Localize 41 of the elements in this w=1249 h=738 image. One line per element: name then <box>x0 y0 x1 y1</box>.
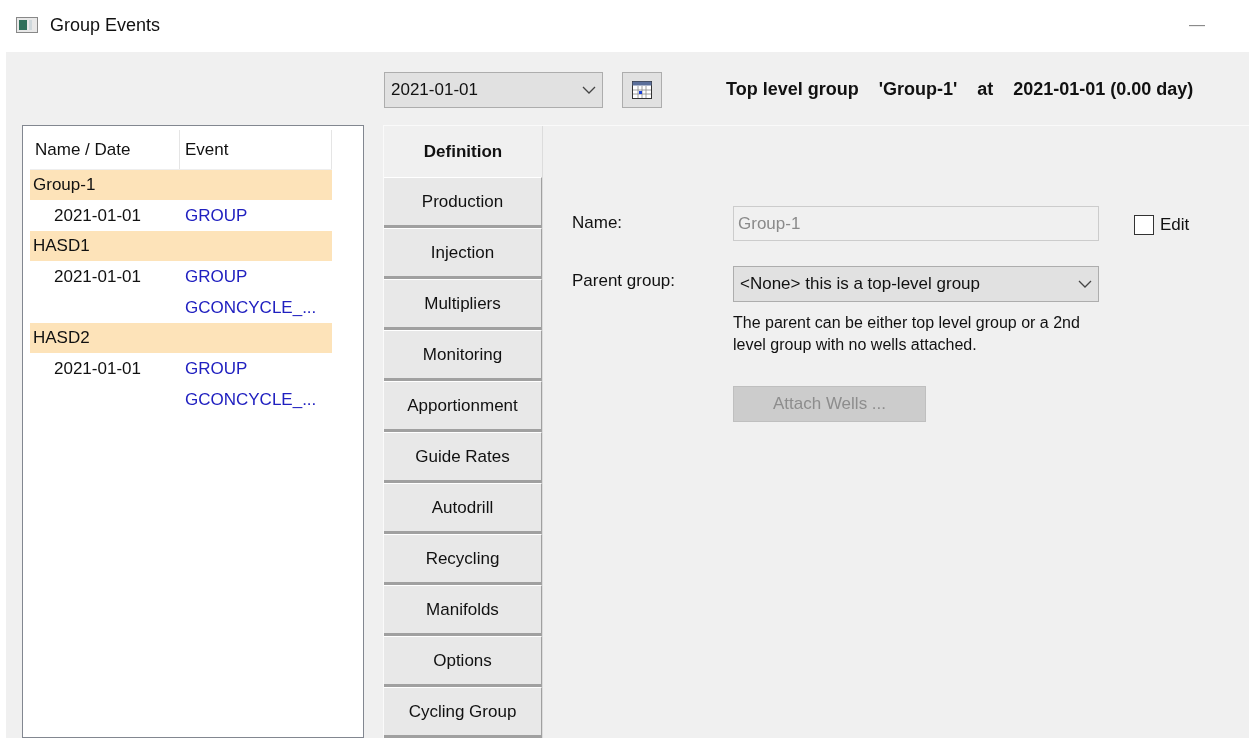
side-tab[interactable]: Multipliers <box>384 279 542 330</box>
side-tab[interactable]: Production <box>384 177 542 228</box>
date-dropdown[interactable]: 2021-01-01 <box>384 71 603 108</box>
field-label: Parent group: <box>572 270 676 292</box>
side-tab[interactable]: Apportionment <box>384 381 542 432</box>
group-row[interactable]: Group-1 <box>30 170 332 200</box>
header-text: 2021-01-01 (0.00 day) <box>1013 78 1194 101</box>
edit-checkbox[interactable]: Edit <box>1134 206 1190 238</box>
event-cell[interactable]: GROUP <box>185 261 317 292</box>
event-cell[interactable]: GROUP <box>185 200 248 231</box>
side-tab[interactable]: Monitoring <box>384 330 542 381</box>
field-label: Name: <box>572 212 624 234</box>
header-text: 'Group-1' <box>878 78 958 101</box>
date-cell-text: 2021-01-01 <box>53 204 142 227</box>
app-window-icon <box>16 17 38 33</box>
group-row[interactable]: HASD2 <box>30 323 332 353</box>
side-tab[interactable]: Manifolds <box>384 585 542 636</box>
date-cell-text: 2021-01-01 <box>53 357 142 380</box>
chevron-down-icon <box>1078 280 1092 288</box>
side-tab[interactable]: Recycling <box>384 534 542 585</box>
event-cell[interactable]: GCONCYCLE_... <box>185 384 317 415</box>
window-title: Group Events <box>50 13 161 37</box>
date-cell-text: 2021-01-01 <box>53 265 142 288</box>
group-row[interactable]: HASD1 <box>30 231 332 261</box>
side-tab[interactable]: Autodrill <box>384 483 542 534</box>
event-cell[interactable]: GCONCYCLE_... <box>185 292 317 323</box>
chevron-down-icon <box>582 85 596 94</box>
event-cell[interactable]: GROUP <box>185 353 317 384</box>
side-tab[interactable]: Guide Rates <box>384 432 542 483</box>
calendar-button[interactable] <box>622 71 662 108</box>
minimize-button[interactable]: — <box>1189 13 1205 37</box>
column-header[interactable]: Name / Date <box>30 130 180 169</box>
side-tab[interactable]: Options <box>384 636 542 687</box>
side-tab[interactable]: Injection <box>384 228 542 279</box>
header-text: at <box>977 78 994 101</box>
parent-note: The parent can be either top level group or a 2nd level group with no wells attached. <box>733 313 1081 355</box>
side-tab[interactable]: Cycling Group <box>384 687 542 738</box>
calendar-icon <box>632 80 652 99</box>
header-text: Top level group <box>726 78 859 101</box>
column-header[interactable]: Event <box>180 130 332 169</box>
parent-group-dropdown[interactable]: <None> this is a top-level group <box>733 266 1099 302</box>
